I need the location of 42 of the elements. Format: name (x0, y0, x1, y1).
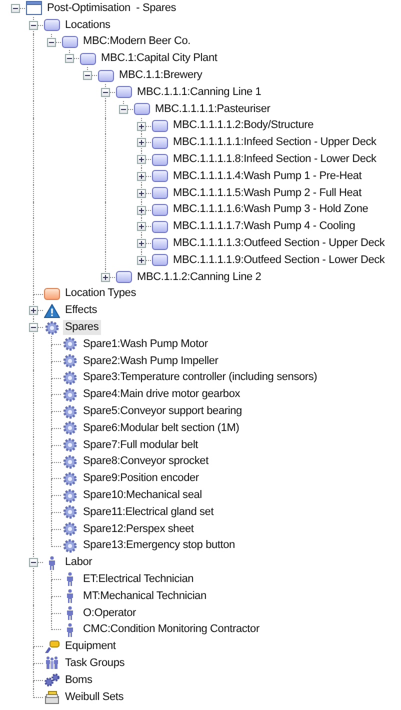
node-label[interactable]: O:Operator (81, 606, 138, 621)
node-label[interactable]: MBC.1.1.1.1.2:Body/Structure (171, 118, 316, 134)
node-label[interactable]: MBC.1:Capital City Plant (99, 51, 220, 66)
node-label[interactable]: Spare2:Wash Pump Impeller (81, 354, 220, 369)
node-label[interactable]: Locations (63, 18, 112, 33)
node-label[interactable]: Spare5:Conveyor support bearing (81, 404, 244, 420)
node-label[interactable]: MBC.1.1:Brewery (117, 68, 204, 84)
node-label[interactable]: Spare9:Position encoder (81, 471, 201, 486)
node-label[interactable]: MBC.1.1.1.1.8:Infeed Section - Lower Deck (171, 152, 378, 168)
node-label[interactable]: CMC:Condition Monitoring Contractor (81, 622, 262, 638)
node-label[interactable]: MBC:Modern Beer Co. (81, 34, 192, 50)
node-label[interactable]: Spare1:Wash Pump Motor (81, 336, 210, 352)
node-label[interactable]: MBC.1.1.1.1.6:Wash Pump 3 - Hold Zone (171, 202, 370, 218)
node-label[interactable]: Spare11:Electrical gland set (81, 504, 216, 520)
node-label[interactable]: Spare7:Full modular belt (81, 438, 200, 453)
node-label[interactable]: Labor (63, 555, 94, 570)
node-label[interactable]: MBC.1.1.1.1.1:Infeed Section - Upper Deck (171, 135, 378, 150)
node-label[interactable]: MBC.1.1.1:Canning Line 1 (135, 84, 264, 100)
node-label[interactable]: Spare8:Conveyor sprocket (81, 454, 210, 470)
node-label[interactable]: Spare10:Mechanical seal (81, 488, 204, 503)
node-label[interactable]: Location Types (63, 286, 138, 302)
node-label[interactable]: Spare3:Temperature controller (including sensors) (81, 370, 320, 386)
node-label[interactable]: Boms (63, 672, 94, 688)
node-label[interactable]: Spare13:Emergency stop button (81, 538, 237, 554)
node-label[interactable]: Spare4:Main drive motor gearbox (81, 387, 242, 402)
node-label[interactable]: MBC.1.1.1.1.7:Wash Pump 4 - Cooling (171, 219, 358, 234)
node-label[interactable]: Equipment (63, 639, 118, 654)
node-label[interactable]: ET:Electrical Technician (81, 572, 196, 587)
node-label[interactable]: MBC.1.1.1.1.5:Wash Pump 2 - Full Heat (171, 186, 364, 201)
node-label[interactable]: MBC.1.1.1.1.9:Outfeed Section - Lower Deck (171, 252, 387, 268)
node-label[interactable]: Task Groups (63, 656, 127, 671)
node-label[interactable]: MBC.1.1.2:Canning Line 2 (135, 270, 264, 285)
node-label[interactable]: Spares (63, 320, 101, 336)
node-label[interactable]: MBC.1.1.1.1:Pasteuriser (153, 102, 272, 117)
node-label[interactable]: Weibull Sets (63, 690, 126, 705)
node-label[interactable]: Spare6:Modular belt section (1M) (81, 420, 242, 436)
node-label[interactable]: Post-Optimisation - Spares (45, 0, 178, 16)
node-label[interactable]: Effects (63, 303, 100, 318)
node-label[interactable]: Spare12:Perspex sheet (81, 522, 196, 537)
node-label[interactable]: MBC.1.1.1.1.3:Outfeed Section - Upper Deck (171, 236, 387, 252)
node-label[interactable]: MBC.1.1.1.1.4:Wash Pump 1 - Pre-Heat (171, 168, 364, 184)
node-label[interactable]: MT:Mechanical Technician (81, 588, 208, 604)
